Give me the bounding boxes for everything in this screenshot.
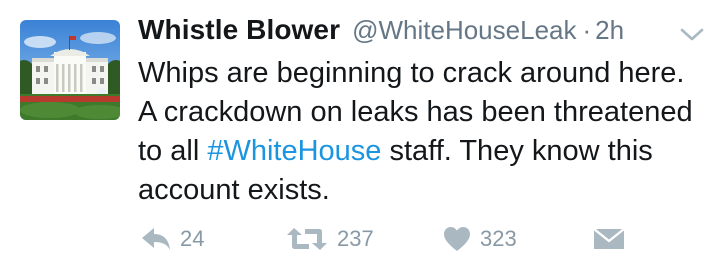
reply-icon <box>142 228 170 250</box>
retweet-icon <box>287 228 327 250</box>
separator-dot: · <box>582 15 592 45</box>
retweet-button[interactable]: 237 <box>285 222 374 256</box>
timestamp[interactable]: 2h <box>595 15 624 46</box>
chevron-down-icon[interactable] <box>679 26 705 44</box>
tweet: Whistle Blower @WhiteHouseLeak · 2h Whip… <box>0 0 721 272</box>
like-count: 323 <box>480 226 517 251</box>
heart-icon <box>444 227 470 251</box>
user-handle[interactable]: @WhiteHouseLeak <box>352 15 576 46</box>
tweet-text: Whips are beginning to crack around here… <box>138 54 698 210</box>
hashtag-link[interactable]: #WhiteHouse <box>207 135 381 167</box>
retweet-count: 237 <box>337 226 374 251</box>
reply-count: 24 <box>180 226 205 251</box>
display-name[interactable]: Whistle Blower <box>138 14 340 46</box>
tweet-header: Whistle Blower @WhiteHouseLeak · 2h <box>138 14 624 54</box>
tweet-actions: 24 237 323 <box>140 222 700 256</box>
envelope-icon <box>593 228 625 249</box>
white-house-photo <box>20 20 120 120</box>
reply-button[interactable]: 24 <box>140 222 204 256</box>
avatar[interactable] <box>20 20 120 120</box>
direct-message-button[interactable] <box>592 222 626 256</box>
like-button[interactable]: 323 <box>442 222 517 256</box>
